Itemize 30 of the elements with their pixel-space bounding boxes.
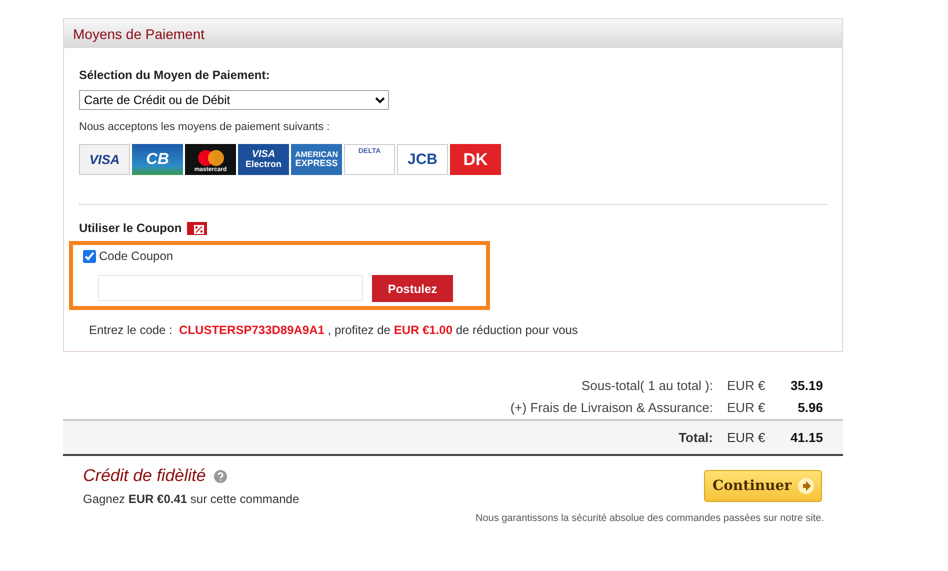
field-label: Sélection du Moyen de Paiement: bbox=[79, 68, 271, 82]
accepted-text: Nous acceptons les moyens de paiement suivants : bbox=[79, 121, 331, 133]
total-label: Sous-total( 1 au total ): bbox=[581, 378, 713, 392]
checkbox-label: Code Coupon bbox=[99, 249, 174, 263]
card-logo: AMERICAN EXPRESS bbox=[291, 144, 342, 175]
coupon-title: Utiliser le Coupon bbox=[79, 220, 182, 234]
card-logo: JCB bbox=[397, 144, 448, 175]
amount: 35.19 bbox=[789, 378, 823, 392]
currency-label: EUR € bbox=[727, 378, 766, 392]
total-label: Total: bbox=[678, 430, 713, 445]
amount: 5.96 bbox=[796, 400, 823, 414]
card-logo: DK bbox=[450, 144, 501, 175]
card-logo: VISA bbox=[79, 144, 130, 175]
panel-title: Moyens de Paiement bbox=[73, 26, 205, 42]
coupon-hint: Entrez le code : CLUSTERSP733D89A9A1 , profitez de EUR €1.00 de réduction pour vous bbox=[89, 323, 579, 337]
coupon-icon bbox=[186, 220, 207, 235]
card-logo: CB bbox=[132, 144, 183, 175]
card-logo: VISA Electron bbox=[238, 144, 289, 175]
payment-method-dropdown[interactable]: Carte de Crédit ou de Débit bbox=[79, 90, 389, 110]
loyalty-text: Gagnez EUR €0.41 sur cette commande bbox=[83, 492, 300, 506]
total-label: (+) Frais de Livraison & Assurance: bbox=[510, 400, 713, 414]
continue-button[interactable]: Continuer bbox=[704, 470, 822, 502]
guarantee-text: Nous garantissons la sécurité absolue des commandes passées sur notre site. bbox=[475, 513, 824, 524]
loyalty-title: Crédit de fidèlité bbox=[83, 466, 206, 486]
apply-button[interactable]: Postulez bbox=[372, 275, 453, 302]
currency-label: EUR € bbox=[727, 430, 766, 445]
amount: 41.15 bbox=[789, 430, 823, 445]
currency-label: EUR € bbox=[727, 400, 766, 414]
coupon-checkbox[interactable] bbox=[83, 250, 96, 262]
help-icon[interactable] bbox=[214, 470, 227, 482]
